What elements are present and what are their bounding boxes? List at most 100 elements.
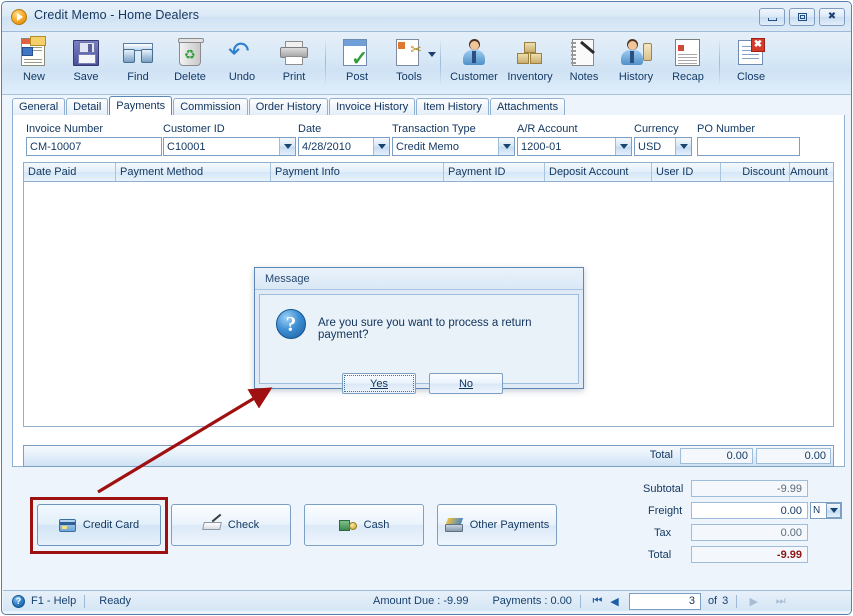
close-icon: ✖ [827,11,837,22]
column-header-deposit-account[interactable]: Deposit Account [545,163,652,181]
status-bar: ? F1 - Help Ready Amount Due : -9.99 Pay… [3,590,851,611]
cash-label: Cash [363,519,390,531]
label-transaction-type: Transaction Type [392,123,476,135]
column-header-date-paid[interactable]: Date Paid [24,163,116,181]
payments-text: Payments : 0.00 [492,595,572,607]
toolbar-button-delete[interactable]: ♻ Delete [164,34,216,92]
message-dialog: Message ? Are you sure you want to proce… [254,267,584,394]
undo-arrow-icon: ↶ [228,37,250,67]
toolbar-button-tools[interactable]: ✂ Tools [383,34,436,92]
dialog-no-button[interactable]: No [429,373,503,394]
divider [736,594,738,608]
tax-label: Tax [654,527,672,539]
column-header-payment-info[interactable]: Payment Info [271,163,444,181]
dialog-no-label: No [458,377,474,390]
label-invoice-number: Invoice Number [26,123,104,135]
tab-detail[interactable]: Detail [66,98,109,115]
dialog-yes-button[interactable]: Yes [342,373,416,394]
tab-attachments[interactable]: Attachments [489,98,566,115]
close-button[interactable]: ✖ [819,8,845,26]
tab-order-history[interactable]: Order History [248,98,329,115]
divider [579,594,581,608]
tab-item-history[interactable]: Item History [416,98,489,115]
ar-account-combo[interactable]: 1200-01 [517,137,632,156]
toolbar-button-undo[interactable]: ↶ Undo [216,34,268,92]
freight-value[interactable]: 0.00 [691,502,808,519]
toolbar-separator [440,38,441,86]
restore-button[interactable] [789,8,815,26]
column-header-discount[interactable]: Discount [721,163,790,181]
tab-invoice-history[interactable]: Invoice History [329,98,416,115]
divider [84,594,86,608]
chevron-down-icon[interactable] [675,138,691,155]
chevron-down-icon[interactable] [279,138,295,155]
ar-account-value: 1200-01 [521,140,562,153]
printer-icon [278,37,310,69]
inventory-boxes-icon [514,37,546,69]
subtotal-value: -9.99 [691,480,808,497]
check-icon [202,513,222,532]
credit-card-highlight-box [30,497,168,554]
currency-combo[interactable]: USD [634,137,692,156]
toolbar-label: Post [345,71,368,83]
toolbar-button-new[interactable]: New [8,34,60,92]
toolbar-button-recap[interactable]: Recap [662,34,714,92]
transaction-type-combo[interactable]: Credit Memo [392,137,515,156]
toolbar-label: Print [282,71,306,83]
toolbar-button-find[interactable]: Find [112,34,164,92]
grid-total-row: Total 0.00 0.00 [23,445,834,467]
previous-record-button[interactable]: ◀ [606,594,623,609]
record-total: 3 [722,595,729,607]
minimize-button[interactable] [759,8,785,26]
currency-value: USD [638,140,662,153]
next-record-button[interactable]: ▶ [745,594,762,609]
chevron-down-icon[interactable] [826,503,841,518]
grid-header-row: Date Paid Payment Method Payment Info Pa… [24,163,833,182]
toolbar-button-post[interactable]: ✓ Post [331,34,383,92]
column-header-amount[interactable]: Amount [790,163,832,181]
invoice-number-input[interactable]: CM-10007 [26,137,162,156]
date-combo[interactable]: 4/28/2010 [298,137,390,156]
chevron-down-icon[interactable] [498,138,514,155]
chevron-down-icon[interactable] [615,138,631,155]
toolbar-button-inventory[interactable]: Inventory [502,34,558,92]
label-po-number: PO Number [697,123,756,135]
help-question-icon[interactable]: ? [12,594,25,608]
toolbar-button-notes[interactable]: Notes [558,34,610,92]
customer-id-combo[interactable]: C10001 [163,137,296,156]
freight-mode-combo[interactable]: N [810,502,842,519]
binoculars-icon [122,37,154,69]
record-number-input[interactable]: 3 [628,592,701,610]
question-mark-icon: ? [276,309,306,339]
subtotal-label: Subtotal [643,483,684,495]
cash-button[interactable]: Cash [304,504,424,546]
column-header-payment-id[interactable]: Payment ID [444,163,545,181]
tab-general[interactable]: General [12,98,66,115]
help-text: F1 - Help [31,595,77,607]
toolbar-button-close[interactable]: ✖ Close [725,34,777,92]
column-header-payment-method[interactable]: Payment Method [116,163,271,181]
toolbar-label: New [22,71,45,83]
dialog-title: Message [255,268,583,290]
chevron-down-icon[interactable] [373,138,389,155]
first-record-button[interactable]: ⏮ [589,594,606,609]
tab-commission[interactable]: Commission [173,98,248,115]
column-header-user-id[interactable]: User ID [652,163,721,181]
check-button[interactable]: Check [171,504,291,546]
toolbar-button-customer[interactable]: Customer [446,34,502,92]
last-record-button[interactable]: ⏭ [772,594,789,609]
po-number-input[interactable] [697,137,800,156]
close-window-icon: ✖ [735,37,767,69]
toolbar-button-history[interactable]: History [610,34,662,92]
date-value: 4/28/2010 [302,140,351,153]
toolbar-label: History [618,71,654,83]
chevron-down-icon[interactable] [428,52,436,57]
new-document-icon [18,36,50,69]
toolbar-button-print[interactable]: Print [268,34,320,92]
recap-report-icon [672,37,704,69]
other-payments-button[interactable]: Other Payments [437,504,557,546]
status-state: Ready [99,595,132,607]
tab-payments[interactable]: Payments [109,96,173,115]
title-bar: Credit Memo - Home Dealers ✖ [2,2,851,32]
toolbar-button-save[interactable]: Save [60,34,112,92]
